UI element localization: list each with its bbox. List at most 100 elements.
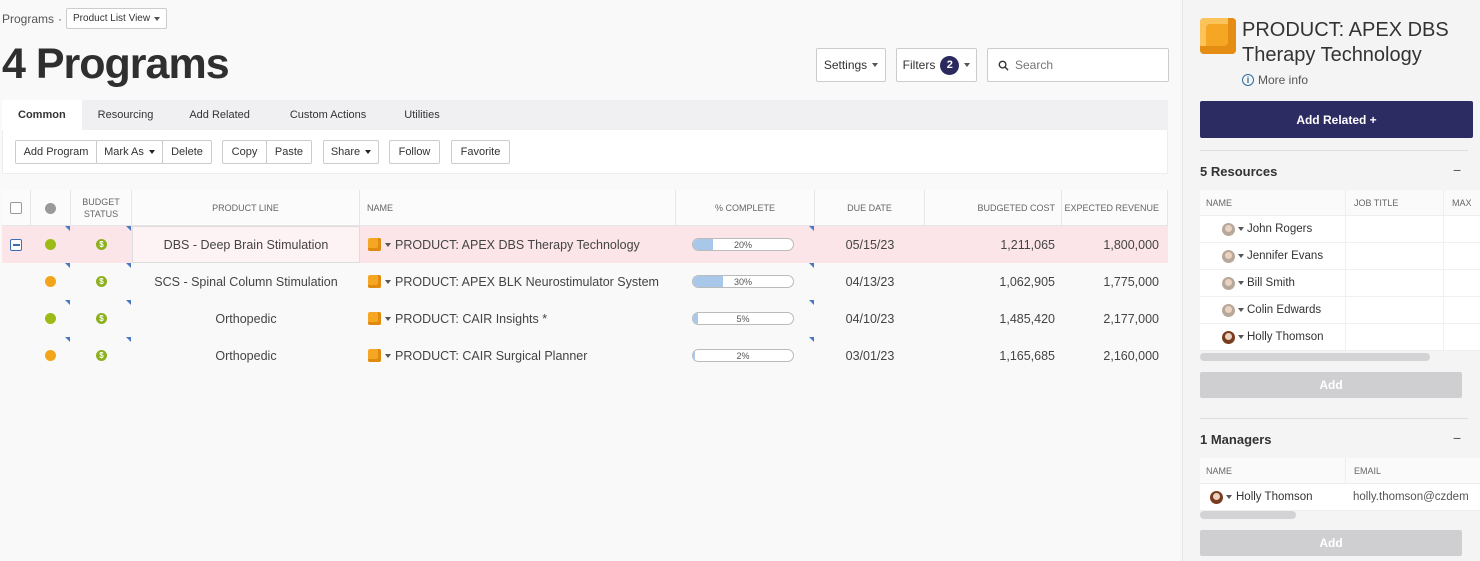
- name-cell[interactable]: PRODUCT: CAIR Surgical Planner: [368, 337, 587, 374]
- pct-complete-cell[interactable]: 2%: [692, 337, 794, 374]
- table-row[interactable]: $ DBS - Deep Brain Stimulation PRODUCT: …: [2, 226, 1168, 263]
- resource-row[interactable]: Holly Thomson: [1200, 324, 1480, 351]
- due-date-cell[interactable]: 03/01/23: [815, 337, 925, 374]
- resources-job-header[interactable]: JOB TITLE: [1345, 190, 1398, 215]
- chevron-down-icon[interactable]: [1238, 254, 1244, 258]
- resource-job-cell[interactable]: [1345, 216, 1443, 242]
- product-line-cell[interactable]: Orthopedic: [132, 300, 360, 337]
- favorite-button[interactable]: Favorite: [451, 140, 510, 164]
- tab-utilities[interactable]: Utilities: [386, 100, 457, 130]
- pct-complete-cell[interactable]: 20%: [692, 226, 794, 263]
- chevron-down-icon[interactable]: [1238, 227, 1244, 231]
- resource-job-cell[interactable]: [1345, 324, 1443, 350]
- product-line-cell[interactable]: SCS - Spinal Column Stimulation: [132, 263, 360, 300]
- due-date-cell[interactable]: 04/10/23: [815, 300, 925, 337]
- money-icon[interactable]: $: [96, 350, 107, 361]
- resources-max-header[interactable]: MAX: [1443, 190, 1472, 215]
- tab-custom-actions[interactable]: Custom Actions: [270, 100, 386, 130]
- status-dot[interactable]: [45, 313, 56, 324]
- add-program-button[interactable]: Add Program: [15, 140, 97, 164]
- chevron-down-icon[interactable]: [1226, 495, 1232, 499]
- chevron-down-icon[interactable]: [385, 279, 391, 284]
- resource-row[interactable]: Jennifer Evans: [1200, 243, 1480, 270]
- status-dot[interactable]: [45, 276, 56, 287]
- resource-row[interactable]: John Rogers: [1200, 216, 1480, 243]
- resource-row[interactable]: Bill Smith: [1200, 270, 1480, 297]
- add-related-button[interactable]: Add Related +: [1200, 101, 1473, 138]
- name-header[interactable]: NAME: [360, 190, 676, 226]
- status-dot[interactable]: [45, 239, 56, 250]
- pct-complete-cell[interactable]: 5%: [692, 300, 794, 337]
- managers-name-header[interactable]: NAME: [1206, 458, 1232, 483]
- add-resource-button[interactable]: Add: [1200, 372, 1462, 398]
- resource-job-cell[interactable]: [1345, 243, 1443, 269]
- resource-job-cell[interactable]: [1345, 270, 1443, 296]
- chevron-down-icon[interactable]: [1238, 335, 1244, 339]
- expected-revenue-cell[interactable]: 1,775,000: [1062, 263, 1159, 300]
- settings-button[interactable]: Settings: [816, 48, 886, 82]
- expected-revenue-cell[interactable]: 2,177,000: [1062, 300, 1159, 337]
- table-row[interactable]: $ Orthopedic PRODUCT: CAIR Insights * 5%…: [2, 300, 1168, 337]
- product-line-header[interactable]: PRODUCT LINE: [132, 190, 360, 226]
- table-row[interactable]: $ SCS - Spinal Column Stimulation PRODUC…: [2, 263, 1168, 300]
- due-date-cell[interactable]: 05/15/23: [815, 226, 925, 263]
- budget-status-header[interactable]: BUDGET STATUS: [71, 190, 132, 226]
- mark-as-button[interactable]: Mark As: [96, 140, 163, 164]
- managers-email-header[interactable]: EMAIL: [1345, 458, 1381, 483]
- budgeted-cost-cell[interactable]: 1,485,420: [925, 300, 1055, 337]
- expected-revenue-cell[interactable]: 1,800,000: [1062, 226, 1159, 263]
- resource-max-cell[interactable]: [1443, 216, 1480, 242]
- status-dot[interactable]: [45, 350, 56, 361]
- table-row[interactable]: $ Orthopedic PRODUCT: CAIR Surgical Plan…: [2, 337, 1168, 374]
- resource-max-cell[interactable]: [1443, 270, 1480, 296]
- expected-revenue-cell[interactable]: 2,160,000: [1062, 337, 1159, 374]
- product-line-cell[interactable]: Orthopedic: [132, 337, 360, 374]
- tab-resourcing[interactable]: Resourcing: [82, 100, 170, 130]
- resources-name-header[interactable]: NAME: [1206, 190, 1232, 215]
- tab-common[interactable]: Common: [2, 100, 82, 130]
- resource-max-cell[interactable]: [1443, 324, 1480, 350]
- search-box[interactable]: [987, 48, 1169, 82]
- resource-max-cell[interactable]: [1443, 297, 1480, 323]
- chevron-down-icon[interactable]: [385, 242, 391, 247]
- resources-scrollbar[interactable]: [1200, 353, 1430, 361]
- expected-revenue-header[interactable]: EXPECTED REVENUE: [1062, 190, 1168, 226]
- manager-row[interactable]: Holly Thomson holly.thomson@czdem: [1200, 484, 1480, 511]
- name-cell[interactable]: PRODUCT: CAIR Insights *: [368, 300, 547, 337]
- search-input[interactable]: [1015, 58, 1155, 72]
- tab-add-related[interactable]: Add Related: [169, 100, 270, 130]
- budgeted-cost-cell[interactable]: 1,165,685: [925, 337, 1055, 374]
- managers-scrollbar[interactable]: [1200, 511, 1296, 519]
- product-line-cell[interactable]: DBS - Deep Brain Stimulation: [132, 226, 360, 263]
- budgeted-cost-cell[interactable]: 1,062,905: [925, 263, 1055, 300]
- money-icon[interactable]: $: [96, 313, 107, 324]
- view-selector[interactable]: Product List View: [66, 8, 168, 29]
- filters-button[interactable]: Filters 2: [896, 48, 977, 82]
- chevron-down-icon[interactable]: [1238, 281, 1244, 285]
- copy-button[interactable]: Copy: [222, 140, 267, 164]
- money-icon[interactable]: $: [96, 239, 107, 250]
- delete-button[interactable]: Delete: [162, 140, 212, 164]
- select-all-checkbox[interactable]: [10, 202, 22, 214]
- row-checkbox[interactable]: [10, 238, 22, 251]
- share-button[interactable]: Share: [323, 140, 379, 164]
- chevron-down-icon[interactable]: [385, 316, 391, 321]
- budgeted-cost-header[interactable]: BUDGETED COST: [925, 190, 1062, 226]
- due-date-cell[interactable]: 04/13/23: [815, 263, 925, 300]
- pct-complete-header[interactable]: % COMPLETE: [676, 190, 815, 226]
- money-icon[interactable]: $: [96, 276, 107, 287]
- resource-job-cell[interactable]: [1345, 297, 1443, 323]
- more-info-link[interactable]: i More info: [1242, 73, 1308, 87]
- collapse-managers-button[interactable]: −: [1453, 430, 1461, 446]
- paste-button[interactable]: Paste: [266, 140, 312, 164]
- collapse-resources-button[interactable]: −: [1453, 162, 1461, 178]
- chevron-down-icon[interactable]: [385, 353, 391, 358]
- resource-max-cell[interactable]: [1443, 243, 1480, 269]
- budgeted-cost-cell[interactable]: 1,211,065: [925, 226, 1055, 263]
- follow-button[interactable]: Follow: [389, 140, 440, 164]
- pct-complete-cell[interactable]: 30%: [692, 263, 794, 300]
- due-date-header[interactable]: DUE DATE: [815, 190, 925, 226]
- breadcrumb-programs-link[interactable]: Programs: [2, 12, 54, 26]
- resource-row[interactable]: Colin Edwards: [1200, 297, 1480, 324]
- name-cell[interactable]: PRODUCT: APEX DBS Therapy Technology: [368, 226, 640, 263]
